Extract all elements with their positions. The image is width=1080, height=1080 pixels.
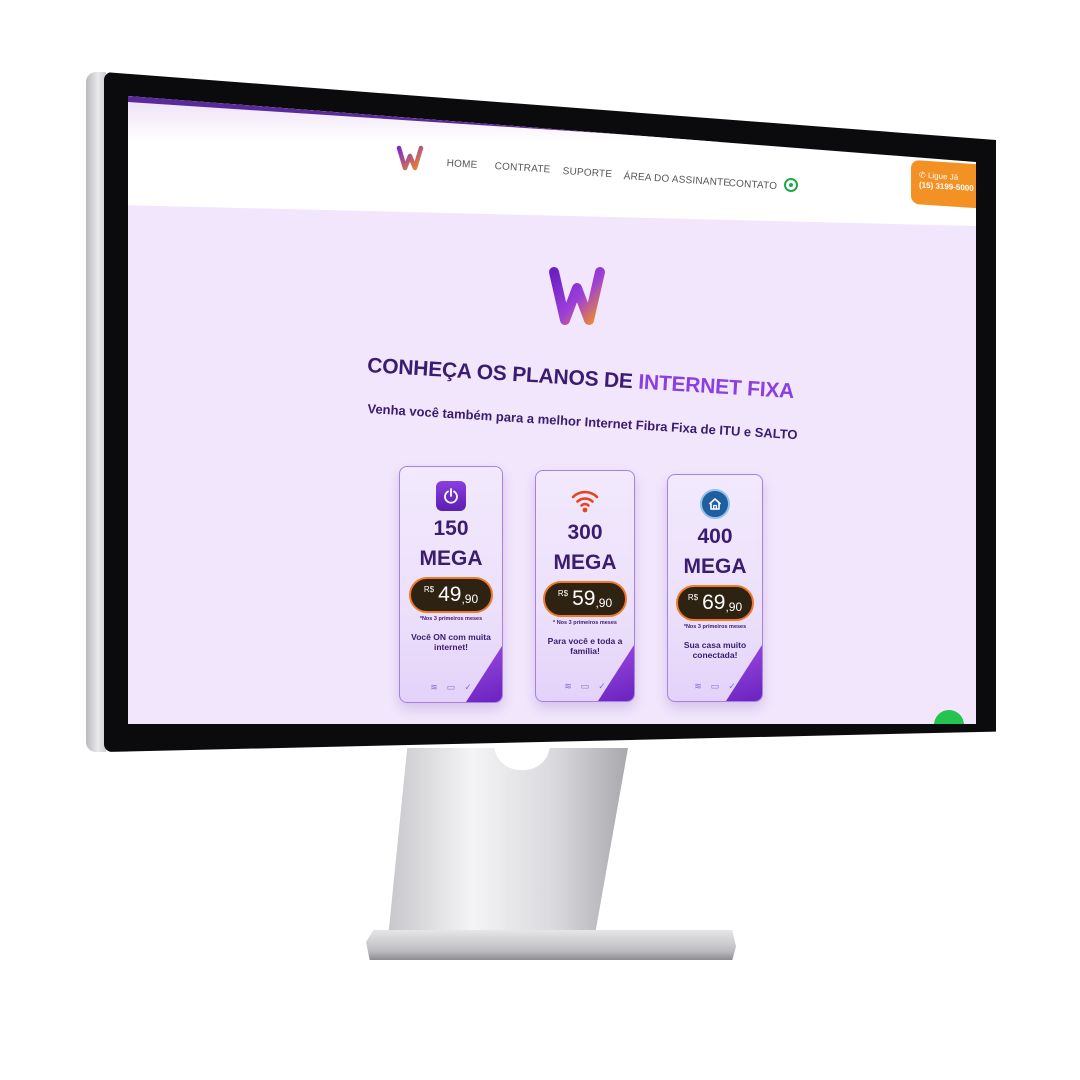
monitor-side: [86, 72, 106, 752]
nav-home[interactable]: HOME: [446, 158, 477, 171]
hero-title-accent: INTERNET FIXA: [637, 370, 795, 404]
tv-feature-icon: ▭: [580, 681, 590, 691]
nav-logo[interactable]: [396, 144, 424, 172]
plan-speed: 150: [433, 517, 469, 540]
check-feature-icon: ✓: [728, 681, 736, 691]
plan-unit: MEGA: [683, 555, 747, 578]
tv-feature-icon: ▭: [710, 681, 720, 691]
power-icon: [436, 481, 466, 511]
price-integer: 49: [438, 583, 462, 606]
plan-unit: MEGA: [419, 547, 483, 570]
price-currency: R$: [687, 593, 699, 602]
plan-description: Para você e toda a família!: [547, 636, 623, 656]
plan-price: R$ 59 ,90: [543, 581, 627, 617]
plan-description: Sua casa muito conectada!: [683, 640, 747, 660]
home-icon: [700, 489, 730, 519]
plan-unit: MEGA: [553, 551, 617, 574]
website-screen: HOME CONTRATE SUPORTE ÁREA DO ASSINANTE …: [128, 96, 976, 724]
plan-card-400[interactable]: 400 MEGA R$ 69 ,90 *Nos 3 primeiros mese…: [667, 474, 763, 702]
whatsapp-icon[interactable]: [784, 178, 798, 192]
wifi-feature-icon: ≋: [694, 681, 702, 691]
wifi-feature-icon: ≋: [564, 681, 572, 691]
hero-title: CONHEÇA OS PLANOS DE INTERNET FIXA: [367, 354, 795, 404]
hero-logo: [549, 267, 605, 325]
wifi-icon: [570, 485, 600, 515]
monitor-stand-base: [366, 930, 736, 960]
check-feature-icon: ✓: [464, 682, 472, 692]
hero-subtitle: Venha você também para a melhor Internet…: [367, 401, 799, 443]
plan-note: *Nos 3 primeiros meses: [419, 616, 483, 622]
price-currency: R$: [557, 589, 569, 598]
plan-note: * Nos 3 primeiros meses: [553, 620, 617, 626]
call-button[interactable]: ✆ Ligue Já (15) 3199-5000: [911, 159, 976, 209]
tv-feature-icon: ▭: [446, 682, 456, 692]
phone-icon: ✆: [919, 170, 926, 180]
camera: [578, 121, 606, 152]
price-integer: 69: [702, 591, 726, 614]
plan-price: R$ 49 ,90: [409, 577, 493, 613]
price-decimal: ,90: [461, 592, 479, 606]
price-decimal: ,90: [595, 596, 613, 610]
price-currency: R$: [423, 585, 435, 594]
price-integer: 59: [572, 587, 596, 610]
plan-card-300[interactable]: 300 MEGA R$ 59 ,90 * Nos 3 primeiros mes…: [535, 470, 635, 702]
monitor-mockup: HOME CONTRATE SUPORTE ÁREA DO ASSINANTE …: [0, 0, 1080, 1080]
plan-description: Você ON com muita internet!: [411, 632, 491, 652]
hero-title-main: CONHEÇA OS PLANOS DE: [366, 354, 640, 394]
plan-note: *Nos 3 primeiros meses: [683, 624, 747, 630]
price-decimal: ,90: [725, 600, 743, 614]
plan-speed: 400: [697, 525, 733, 548]
plan-features: ≋ ▭ ✓: [536, 682, 634, 691]
plan-features: ≋ ▭ ✓: [400, 683, 502, 692]
plan-card-150[interactable]: 150 MEGA R$ 49 ,90 *Nos 3 primeiros mese…: [399, 466, 503, 703]
wifi-feature-icon: ≋: [430, 682, 438, 692]
plan-features: ≋ ▭ ✓: [668, 682, 762, 691]
check-feature-icon: ✓: [598, 681, 606, 691]
monitor-stand-neck: [388, 748, 628, 938]
plan-price: R$ 69 ,90: [676, 585, 754, 621]
plan-speed: 300: [567, 521, 603, 544]
floating-whatsapp-button[interactable]: [934, 710, 964, 724]
